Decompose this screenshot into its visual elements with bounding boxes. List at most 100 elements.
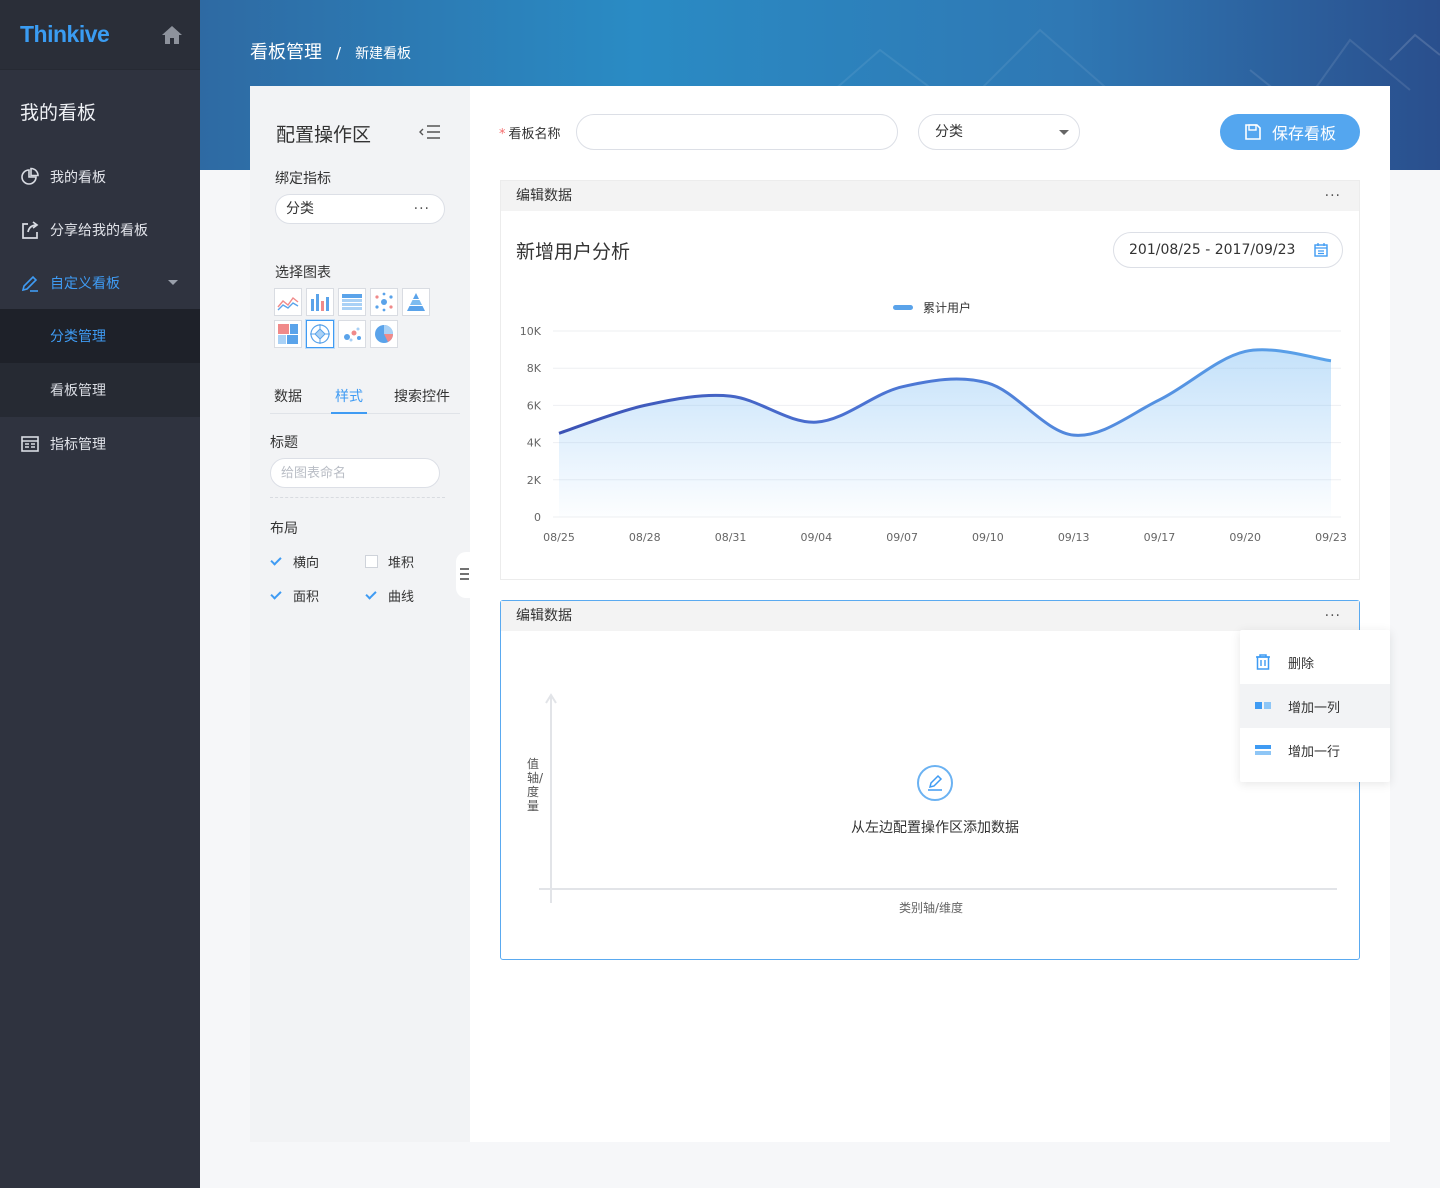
bind-metric-field[interactable]: 分类 ···: [275, 194, 445, 224]
add-column-icon: [1255, 702, 1271, 709]
chevron-down-icon: [1059, 130, 1069, 135]
menu-item-metrics[interactable]: 指标管理: [0, 417, 200, 470]
menu-label: 我的看板: [50, 169, 106, 186]
chart-title: 新增用户分析: [516, 241, 631, 263]
breadcrumb-parent[interactable]: 看板管理: [250, 38, 322, 64]
menu-icon: [460, 568, 469, 580]
more-icon[interactable]: ···: [414, 195, 430, 223]
submenu-item-board-manage[interactable]: 看板管理: [0, 363, 200, 417]
board-name-input[interactable]: [576, 114, 898, 150]
chevron-down-icon: [168, 280, 178, 285]
x-tick-label: 08/31: [715, 531, 747, 544]
scatter-radial-icon[interactable]: [370, 288, 398, 316]
save-board-label: 保存看板: [1271, 124, 1336, 143]
panel-toggle[interactable]: [456, 552, 470, 598]
save-icon: [1245, 124, 1261, 140]
area-chart: 0 2K 4K 6K 8K 10K 08/25 08/28 08/31 09/04 09/07 09/…: [520, 325, 1347, 544]
treemap-chart-icon[interactable]: [274, 320, 302, 348]
menu-item-delete[interactable]: 删除: [1240, 640, 1390, 684]
bind-metric-label: 绑定指标: [275, 171, 331, 187]
chart-title-input[interactable]: [270, 458, 440, 488]
menu-item-label: 增加一列: [1288, 700, 1341, 716]
line-chart-icon[interactable]: [274, 288, 302, 316]
chart-type-label: 选择图表: [275, 265, 331, 281]
checkbox-checked-icon: [270, 555, 283, 568]
share-icon: [22, 220, 39, 239]
y-tick-label: 4K: [527, 437, 542, 450]
checkbox-area[interactable]: 面积: [270, 586, 319, 605]
bind-metric-value: 分类: [286, 201, 314, 217]
legend-swatch: [893, 305, 913, 310]
metrics-icon: [21, 435, 39, 452]
y-tick-label: 8K: [527, 362, 542, 375]
menu-label: 自定义看板: [50, 275, 120, 292]
more-icon[interactable]: ···: [1325, 181, 1341, 211]
pie-chart-type-icon[interactable]: [370, 320, 398, 348]
logo[interactable]: Thinkive: [20, 21, 110, 48]
menu-item-add-row[interactable]: 增加一行: [1240, 728, 1390, 772]
save-board-button[interactable]: 保存看板: [1220, 114, 1360, 150]
board-name-label-text: 看板名称: [508, 127, 561, 142]
edit-data-icon[interactable]: [917, 765, 953, 801]
menu-item-shared-boards[interactable]: 分享给我的看板: [0, 203, 200, 256]
sidebar: Thinkive 我的看板 我的看板 分享给我的看板 自定义看板 分类管理 看板…: [0, 0, 200, 1188]
card-header: 编辑数据 ···: [501, 181, 1359, 211]
checkbox-label: 横向: [293, 556, 320, 571]
menu-item-my-boards[interactable]: 我的看板: [0, 150, 200, 203]
checkbox-label: 堆积: [388, 556, 415, 571]
radar-chart-icon[interactable]: [306, 320, 334, 348]
empty-chart-card: 编辑数据 ··· 值轴/度量 从左边配置操作区添加数据 类别轴/维度: [500, 600, 1360, 960]
x-tick-label: 09/17: [1144, 531, 1176, 544]
required-mark: *: [499, 127, 506, 142]
checkbox-unchecked-icon: [365, 555, 378, 568]
x-tick-label: 09/23: [1315, 531, 1347, 544]
edit-icon: [21, 275, 38, 292]
add-row-icon: [1255, 745, 1271, 755]
x-tick-label: 09/04: [800, 531, 832, 544]
checkbox-stacked[interactable]: 堆积: [365, 552, 414, 571]
table-chart-icon[interactable]: [338, 288, 366, 316]
breadcrumb-current: 新建看板: [355, 46, 412, 62]
value-axis-label: 值轴/度量: [527, 757, 544, 813]
bubble-chart-icon[interactable]: [338, 320, 366, 348]
calendar-icon: [1314, 243, 1328, 257]
breadcrumb: 看板管理 / 新建看板: [250, 38, 411, 64]
tab-data[interactable]: 数据: [270, 386, 306, 414]
menu-item-custom-boards[interactable]: 自定义看板: [0, 256, 200, 309]
menu-item-add-column[interactable]: 增加一列: [1240, 684, 1390, 728]
submenu-item-category[interactable]: 分类管理: [0, 309, 200, 363]
category-value: 分类: [935, 124, 963, 140]
menu-label: 指标管理: [50, 436, 106, 453]
date-range-picker[interactable]: 201/08/25 - 2017/09/23: [1113, 232, 1343, 268]
tab-search-widget[interactable]: 搜索控件: [390, 386, 454, 414]
logo-bar: Thinkive: [0, 0, 200, 70]
date-range-value: 201/08/25 - 2017/09/23: [1129, 242, 1296, 258]
funnel-chart-icon[interactable]: [402, 288, 430, 316]
x-tick-label: 09/20: [1229, 531, 1261, 544]
submenu: 分类管理 看板管理: [0, 309, 200, 417]
x-tick-label: 09/13: [1058, 531, 1090, 544]
sidebar-title: 我的看板: [20, 102, 97, 124]
main-panel: * 看板名称 分类 保存看板 编辑数据 ··· 新增用户分析 201/08/25 …: [470, 86, 1390, 1142]
config-panel: 配置操作区 绑定指标 分类 ··· 选择图表 数据 样式 搜索控件 标题 给图表…: [250, 86, 470, 1142]
x-tick-label: 09/10: [972, 531, 1004, 544]
legend-label: 累计用户: [923, 301, 972, 315]
bar-chart-icon[interactable]: [306, 288, 334, 316]
breadcrumb-separator: /: [336, 44, 342, 62]
tab-style[interactable]: 样式: [331, 386, 367, 414]
checkbox-checked-icon: [270, 589, 283, 602]
layout-label: 布局: [270, 521, 298, 537]
checkbox-checked-icon: [365, 589, 378, 602]
checkbox-horizontal[interactable]: 横向: [270, 552, 319, 571]
home-icon[interactable]: [160, 23, 184, 47]
divider: [270, 497, 445, 498]
category-select[interactable]: 分类: [918, 114, 1080, 150]
card-context-menu: 删除 增加一列 增加一行: [1240, 630, 1390, 782]
chart-card: 编辑数据 ··· 新增用户分析 201/08/25 - 2017/09/23 累…: [500, 180, 1360, 580]
config-title: 配置操作区: [276, 124, 372, 146]
y-tick-label: 2K: [527, 474, 542, 487]
y-tick-label: 0: [534, 511, 541, 524]
checkbox-label: 面积: [293, 590, 320, 605]
checkbox-curve[interactable]: 曲线: [365, 586, 414, 605]
collapse-icon[interactable]: [418, 122, 442, 142]
